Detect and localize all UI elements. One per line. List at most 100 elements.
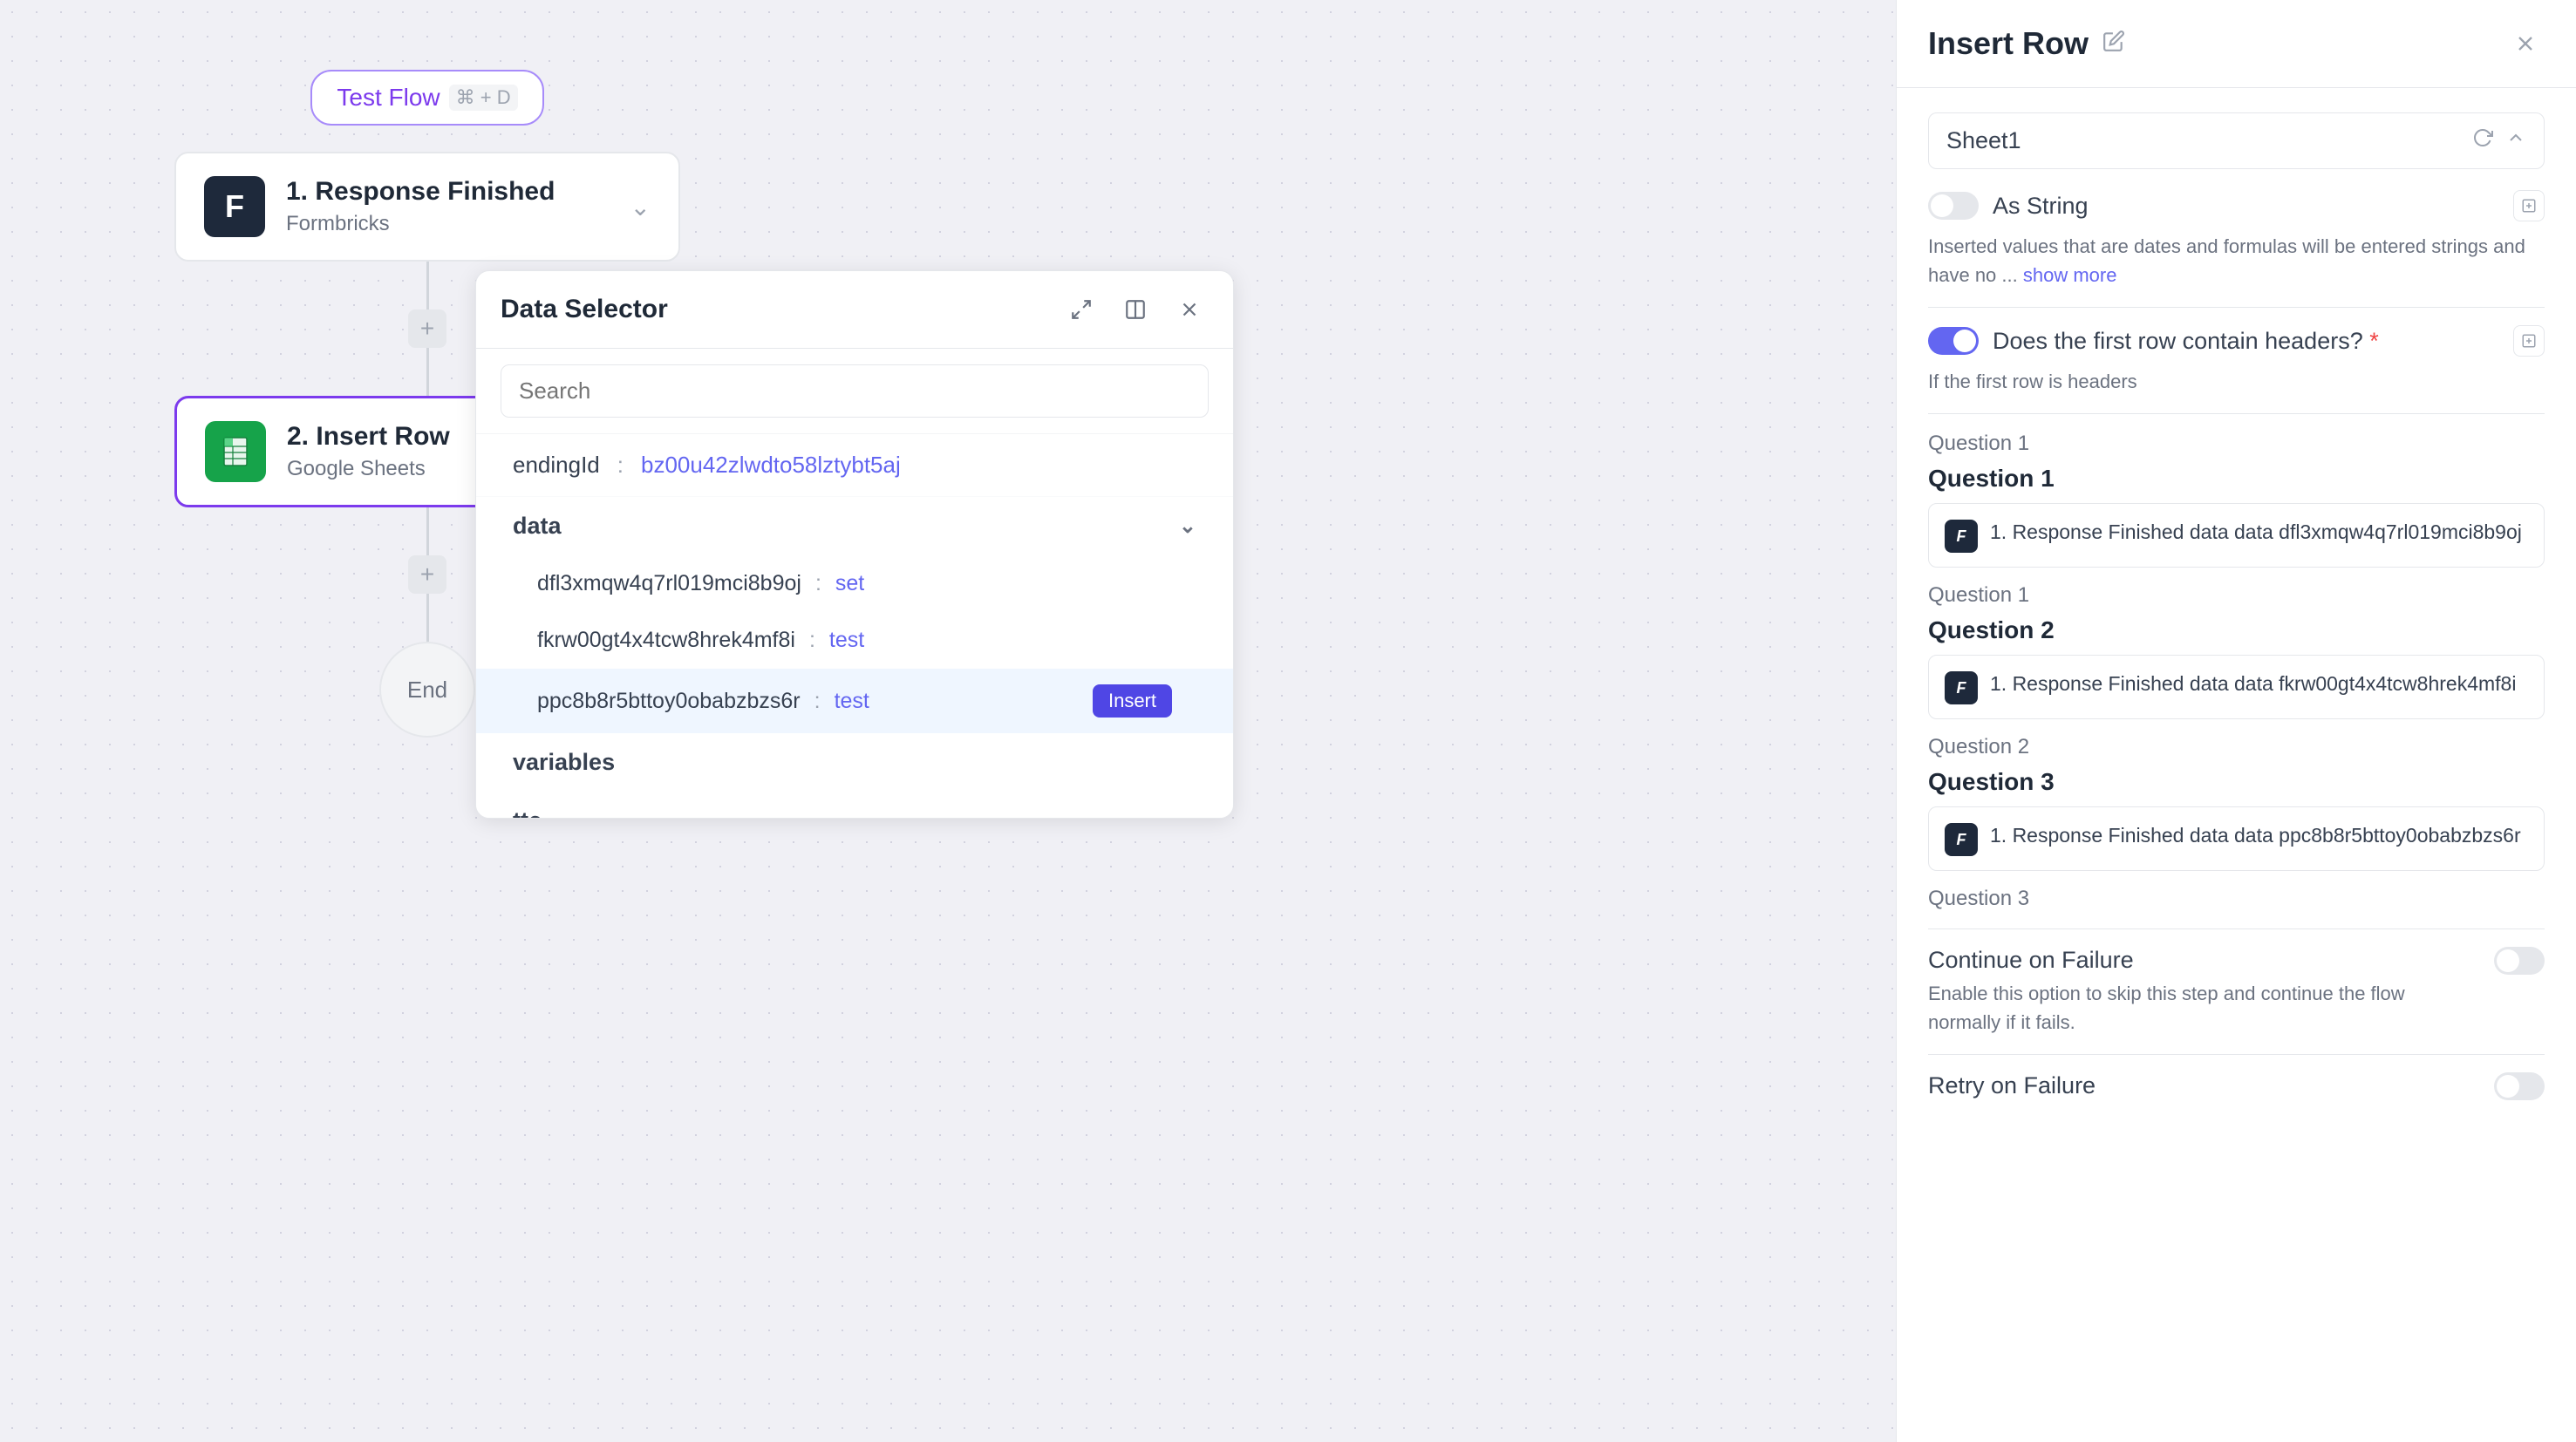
q3-value-text: 1. Response Finished data data ppc8b8r5b…	[1990, 821, 2521, 850]
q1-value-box[interactable]: F 1. Response Finished data data dfl3xmq…	[1928, 503, 2545, 568]
right-panel-header: Insert Row	[1897, 0, 2576, 88]
insert-button[interactable]: Insert	[1093, 684, 1172, 718]
required-asterisk: *	[2369, 328, 2379, 354]
list-item: endingId : bz00u42zlwdto58lztybt5aj	[476, 434, 1233, 497]
sub-value: test	[829, 628, 864, 653]
sub-key: dfl3xmqw4q7rl019mci8b9oj	[537, 571, 801, 596]
connector-3	[426, 507, 429, 555]
expand-icon[interactable]	[1062, 290, 1101, 329]
item-key: endingId	[513, 452, 600, 479]
divider-3	[1928, 928, 2545, 929]
node-1-chevron[interactable]: ⌄	[630, 193, 651, 221]
first-row-func-icon[interactable]	[2513, 325, 2545, 357]
q3-value-box[interactable]: F 1. Response Finished data data ppc8b8r…	[1928, 806, 2545, 871]
retry-on-failure-label: Retry on Failure	[1928, 1072, 2478, 1099]
q3-bottom-label: Question 3	[1928, 887, 2545, 911]
formbricks-icon: F	[204, 176, 265, 237]
sub-item-fkrw: fkrw00gt4x4tcw8hrek4mf8i : test	[476, 612, 1233, 669]
right-panel-title: Insert Row	[1928, 25, 2089, 62]
connector-4	[426, 594, 429, 642]
q3-icon: F	[1945, 823, 1978, 856]
add-step-button-1[interactable]: +	[408, 309, 446, 348]
q2-section-label: Question 1	[1928, 583, 2545, 608]
test-flow-shortcut: ⌘ + D	[449, 85, 518, 111]
as-string-helper: Inserted values that are dates and formu…	[1928, 232, 2545, 289]
continue-on-failure-desc: Enable this option to skip this step and…	[1928, 979, 2478, 1037]
if-first-row-helper: If the first row is headers	[1928, 367, 2545, 396]
section-data-chevron: ⌄	[1179, 514, 1196, 539]
section-data-label: data	[513, 513, 562, 540]
sub-value: set	[835, 571, 864, 596]
right-panel-body: Sheet1 As String	[1897, 88, 2576, 1442]
retry-on-failure-toggle[interactable]	[2494, 1072, 2545, 1100]
close-right-panel-button[interactable]	[2506, 24, 2545, 63]
q2-icon: F	[1945, 671, 1978, 704]
first-row-headers-row: Does the first row contain headers? *	[1928, 325, 2545, 357]
formbricks-letter: F	[225, 188, 244, 225]
item-value: bz00u42zlwdto58lztybt5aj	[641, 452, 901, 479]
as-string-row: As String	[1928, 190, 2545, 221]
connector-2	[426, 348, 429, 396]
show-more-link[interactable]: show more	[2023, 264, 2117, 286]
q1-icon: F	[1945, 520, 1978, 553]
divider-4	[1928, 1054, 2545, 1055]
q2-value-box[interactable]: F 1. Response Finished data data fkrw00g…	[1928, 655, 2545, 719]
retry-on-failure-row: Retry on Failure	[1928, 1072, 2545, 1100]
refresh-icon[interactable]	[2472, 127, 2493, 154]
as-string-func-icon[interactable]	[2513, 190, 2545, 221]
continue-on-failure-label: Continue on Failure	[1928, 947, 2478, 974]
data-selector-header-icons	[1062, 290, 1209, 329]
q1-section-label: Question 1	[1928, 432, 2545, 456]
section-ttc-chevron: ⌄	[1179, 808, 1196, 818]
layout-icon[interactable]	[1116, 290, 1155, 329]
section-variables[interactable]: variables	[476, 733, 1233, 792]
section-ttc[interactable]: ttc ⌄	[476, 792, 1233, 818]
search-input[interactable]	[501, 364, 1209, 418]
sub-value: test	[835, 689, 869, 714]
sheet-selector[interactable]: Sheet1	[1928, 112, 2545, 169]
end-node: End	[379, 642, 475, 738]
q1-field-label: Question 1	[1928, 465, 2545, 493]
test-flow-label: Test Flow	[337, 84, 440, 112]
data-selector-list: endingId : bz00u42zlwdto58lztybt5aj data…	[476, 434, 1233, 818]
section-variables-label: variables	[513, 749, 615, 776]
q3-field-label: Question 3	[1928, 768, 2545, 796]
sheet-selector-value: Sheet1	[1946, 127, 2021, 154]
sub-item-ppc8: ppc8b8r5bttoy0obabzbzs6r : test Insert	[476, 669, 1233, 733]
data-selector-search[interactable]	[476, 349, 1233, 434]
data-selector-title: Data Selector	[501, 295, 668, 324]
node-response-finished[interactable]: F 1. Response Finished Formbricks ⌄	[174, 152, 680, 262]
node-1-subtitle: Formbricks	[286, 212, 610, 236]
divider-2	[1928, 413, 2545, 414]
section-ttc-label: ttc	[513, 807, 542, 818]
q3-section-label: Question 2	[1928, 735, 2545, 759]
as-string-toggle[interactable]	[1928, 192, 1979, 220]
chevron-up-down-icon[interactable]	[2505, 127, 2526, 154]
first-row-headers-label: Does the first row contain headers? *	[1993, 328, 2513, 355]
q2-field-label: Question 2	[1928, 616, 2545, 644]
data-selector-panel: Data Selector	[475, 270, 1234, 819]
first-row-headers-toggle[interactable]	[1928, 327, 1979, 355]
section-data[interactable]: data ⌄	[476, 497, 1233, 555]
continue-on-failure-row: Continue on Failure Enable this option t…	[1928, 947, 2545, 1037]
node-1-title: 1. Response Finished	[286, 177, 610, 207]
connector-1	[426, 262, 429, 309]
add-step-button-2[interactable]: +	[408, 555, 446, 594]
edit-title-icon[interactable]	[2102, 30, 2125, 58]
sub-key: fkrw00gt4x4tcw8hrek4mf8i	[537, 628, 795, 653]
q1-value-text: 1. Response Finished data data dfl3xmqw4…	[1990, 518, 2522, 547]
test-flow-button[interactable]: Test Flow ⌘ + D	[310, 70, 543, 126]
continue-on-failure-toggle[interactable]	[2494, 947, 2545, 975]
sheets-icon	[205, 421, 266, 482]
canvas-area: Test Flow ⌘ + D F 1. Response Finished F…	[0, 0, 1896, 1442]
as-string-label: As String	[1993, 193, 2513, 220]
divider-1	[1928, 307, 2545, 308]
right-panel: Insert Row Sheet1	[1896, 0, 2576, 1442]
data-selector-header: Data Selector	[476, 271, 1233, 349]
sub-key: ppc8b8r5bttoy0obabzbzs6r	[537, 689, 801, 714]
sub-item-dfl3: dfl3xmqw4q7rl019mci8b9oj : set	[476, 555, 1233, 612]
node-1-content: 1. Response Finished Formbricks	[286, 177, 610, 236]
sheet-selector-icons	[2472, 127, 2526, 154]
q2-value-text: 1. Response Finished data data fkrw00gt4…	[1990, 670, 2516, 698]
close-data-selector-button[interactable]	[1170, 290, 1209, 329]
